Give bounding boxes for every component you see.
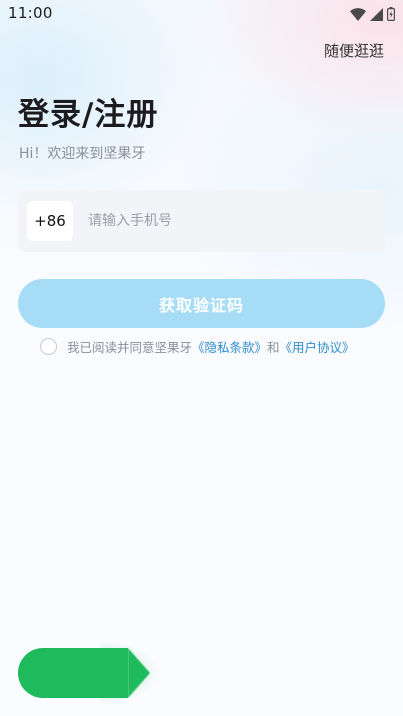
agreement-conjunction: 和 <box>267 340 280 355</box>
phone-input[interactable] <box>88 201 373 241</box>
user-agreement-link[interactable]: 《用户协议》 <box>280 340 355 355</box>
status-time: 11:00 <box>8 4 53 22</box>
agreement-text: 我已阅读并同意坚果牙《隐私条款》和《用户协议》 <box>67 337 367 359</box>
page-title: 登录/注册 <box>18 97 159 133</box>
browse-link[interactable]: 随便逛逛 <box>324 40 384 61</box>
status-bar: 11:00 <box>0 0 403 28</box>
agree-checkbox[interactable] <box>40 338 57 355</box>
page-subtitle: Hi！欢迎来到坚果牙 <box>19 146 146 162</box>
battery-icon <box>387 7 395 21</box>
wifi-icon <box>350 7 366 21</box>
bottom-decoration <box>18 648 128 698</box>
signal-icon <box>370 7 383 21</box>
status-icons <box>350 6 395 22</box>
phone-input-row: +86 <box>18 190 385 252</box>
country-code-selector[interactable]: +86 <box>27 201 73 241</box>
agreement-prefix: 我已阅读并同意坚果牙 <box>67 340 193 355</box>
privacy-policy-link[interactable]: 《隐私条款》 <box>192 340 267 355</box>
get-code-button[interactable]: 获取验证码 <box>18 279 385 328</box>
